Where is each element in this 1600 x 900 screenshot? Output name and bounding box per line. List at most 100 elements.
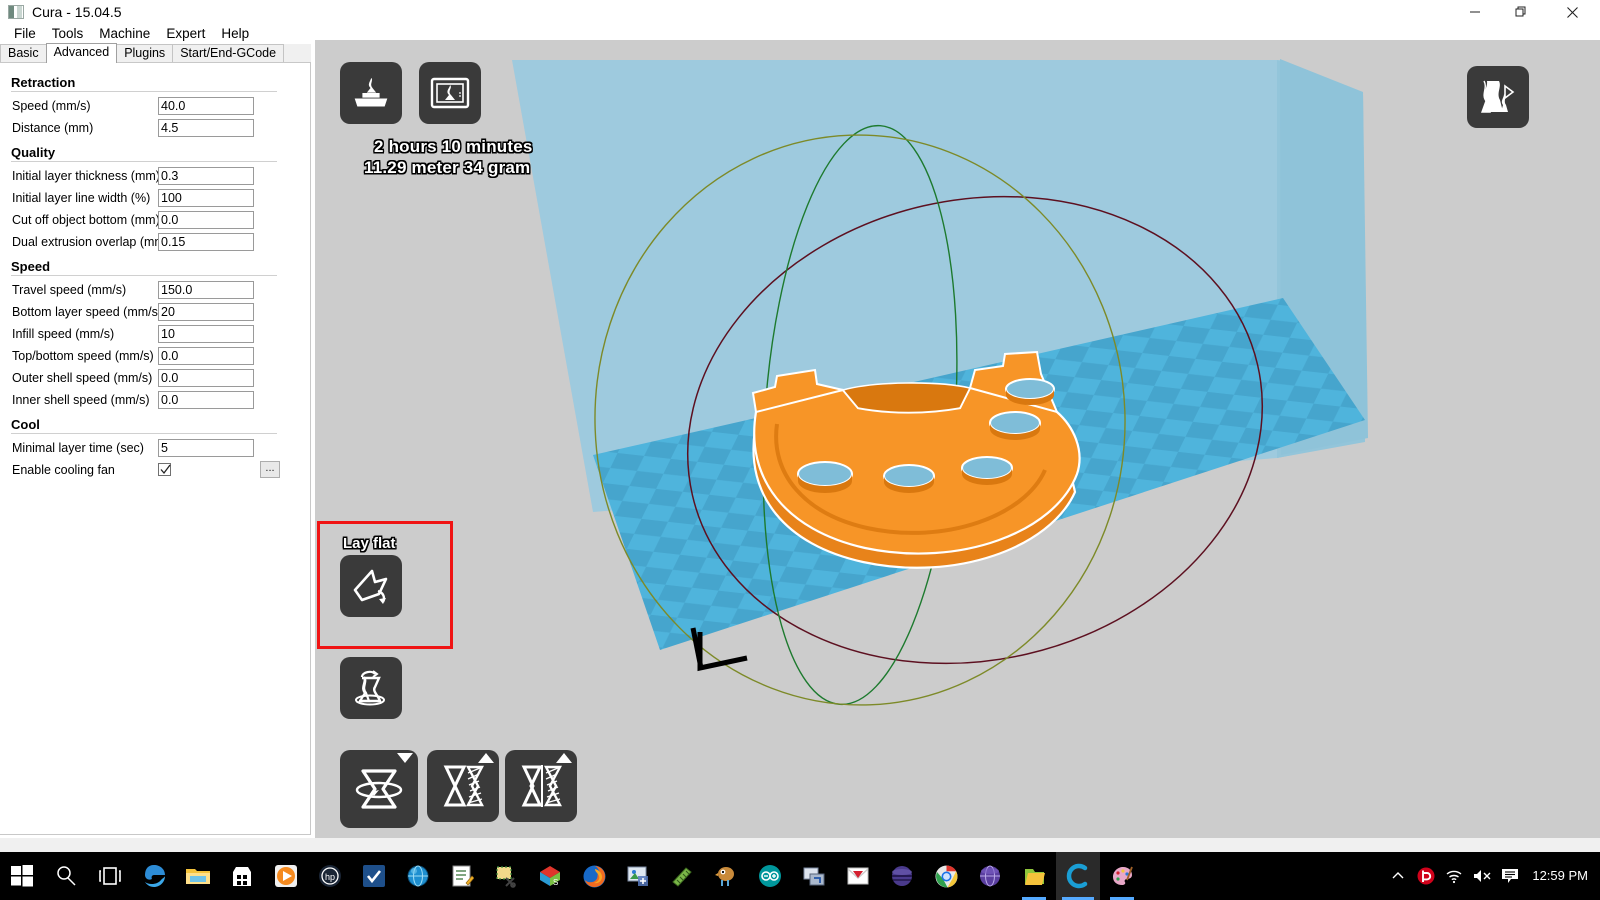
- settings-group-divider: [11, 161, 277, 162]
- menu-tools[interactable]: Tools: [44, 24, 92, 44]
- rotate-button[interactable]: [340, 750, 418, 828]
- setting-row: Infill speed (mm/s): [8, 323, 275, 345]
- volume-muted-icon[interactable]: [1468, 852, 1496, 900]
- scale-model-icon: [355, 670, 385, 706]
- setting-input[interactable]: [158, 391, 254, 409]
- settings-group-divider: [11, 275, 277, 276]
- settings-group-title: Retraction: [11, 75, 76, 90]
- globe-app-icon[interactable]: [396, 852, 440, 900]
- svg-text:S: S: [553, 878, 558, 887]
- task-view-icon[interactable]: [88, 852, 132, 900]
- print-material-text: 11.29 meter 34 gram: [364, 158, 531, 177]
- mirror-x-icon: [443, 765, 484, 807]
- setting-input[interactable]: [158, 211, 254, 229]
- start-button[interactable]: [0, 852, 44, 900]
- setting-row: Enable cooling fan...: [8, 459, 280, 481]
- show-hidden-icons-chevron[interactable]: [1384, 852, 1412, 900]
- purple-sphere-icon[interactable]: [880, 852, 924, 900]
- setting-row: Cut off object bottom (mm): [8, 209, 275, 231]
- setting-input[interactable]: [158, 347, 254, 365]
- tab-advanced[interactable]: Advanced: [45, 43, 118, 63]
- setting-input[interactable]: [158, 119, 254, 137]
- settings-group-divider: [11, 91, 277, 92]
- setting-input[interactable]: [158, 303, 254, 321]
- cura-icon[interactable]: [1056, 852, 1100, 900]
- scale-button[interactable]: [340, 657, 402, 719]
- view-mode-button[interactable]: [1467, 66, 1529, 128]
- tab-plugins[interactable]: Plugins: [116, 44, 174, 63]
- setting-row: Distance (mm): [8, 117, 275, 139]
- bird-app-icon[interactable]: [704, 852, 748, 900]
- view-mode-icon: [1481, 80, 1515, 113]
- rotate-model-icon: [355, 769, 403, 809]
- settings-group-title: Cool: [11, 417, 40, 432]
- remote-desktop-icon[interactable]: [792, 852, 836, 900]
- chrome-icon[interactable]: [924, 852, 968, 900]
- desktop-strip: [0, 838, 1600, 852]
- search-icon[interactable]: [44, 852, 88, 900]
- hp-support-icon[interactable]: hp: [308, 852, 352, 900]
- settings-tab-bar: Basic Advanced Plugins Start/End-GCode: [0, 43, 311, 63]
- setting-row: Minimal layer time (sec): [8, 437, 275, 459]
- title-bar: Cura - 15.04.5: [0, 0, 1600, 24]
- paint-icon[interactable]: [1100, 852, 1144, 900]
- edge-icon[interactable]: [132, 852, 176, 900]
- mirror-y-icon: [521, 765, 562, 807]
- settings-group-title: Quality: [11, 145, 56, 160]
- chevron-down-icon: [397, 753, 413, 763]
- lay-flat-label: Lay flat: [343, 535, 396, 552]
- notifications-icon[interactable]: [1496, 852, 1524, 900]
- setting-input[interactable]: [158, 369, 254, 387]
- setting-input[interactable]: [158, 281, 254, 299]
- firefox-icon[interactable]: [572, 852, 616, 900]
- setting-checkbox[interactable]: [158, 463, 171, 476]
- media-player-icon[interactable]: [264, 852, 308, 900]
- menu-file[interactable]: File: [6, 24, 44, 44]
- mirror-y-button[interactable]: [505, 750, 577, 822]
- tab-startend-gcode[interactable]: Start/End-GCode: [172, 44, 285, 63]
- checkmark-app-icon[interactable]: [352, 852, 396, 900]
- file-explorer-icon[interactable]: [176, 852, 220, 900]
- setting-row: Dual extrusion overlap (mm): [8, 231, 275, 253]
- image-app-icon[interactable]: [616, 852, 660, 900]
- save-toolpath-button[interactable]: [419, 62, 481, 124]
- setting-input[interactable]: [158, 97, 254, 115]
- sketchup-icon[interactable]: S: [528, 852, 572, 900]
- setting-input[interactable]: [158, 325, 254, 343]
- lay-flat-button[interactable]: [340, 555, 402, 617]
- microsoft-store-icon[interactable]: [220, 852, 264, 900]
- snipping-tool-icon[interactable]: [484, 852, 528, 900]
- load-model-button[interactable]: [340, 62, 402, 124]
- folder-app-icon[interactable]: [1012, 852, 1056, 900]
- caret-up-icon: [556, 753, 572, 763]
- settings-group-title: Speed: [11, 259, 51, 274]
- setting-row: Initial layer thickness (mm): [8, 165, 275, 187]
- close-button[interactable]: [1544, 0, 1600, 24]
- minimize-button[interactable]: [1452, 0, 1498, 24]
- purple-globe-icon[interactable]: [968, 852, 1012, 900]
- wifi-icon[interactable]: [1440, 852, 1468, 900]
- clock[interactable]: 12:59 PM: [1524, 852, 1600, 900]
- setting-input[interactable]: [158, 439, 254, 457]
- tab-basic[interactable]: Basic: [0, 44, 47, 63]
- menu-help[interactable]: Help: [213, 24, 257, 44]
- menu-expert[interactable]: Expert: [158, 24, 213, 44]
- arduino-icon[interactable]: [748, 852, 792, 900]
- setting-input[interactable]: [158, 233, 254, 251]
- 3d-viewport[interactable]: 2 hours 10 minutes 11.29 meter 34 gram L…: [315, 40, 1600, 838]
- menu-machine[interactable]: Machine: [91, 24, 158, 44]
- ruler-app-icon[interactable]: [660, 852, 704, 900]
- notepad-icon[interactable]: [440, 852, 484, 900]
- system-tray: 12:59 PM: [1384, 852, 1600, 900]
- cooling-fan-options-button[interactable]: ...: [260, 461, 280, 478]
- caret-up-icon: [478, 753, 494, 763]
- beats-audio-icon[interactable]: [1412, 852, 1440, 900]
- mail-icon[interactable]: [836, 852, 880, 900]
- settings-sidebar: Retraction Speed (mm/s)Distance (mm) Quali…: [0, 62, 311, 835]
- origin-axis-indicator: [690, 627, 748, 672]
- setting-input[interactable]: [158, 189, 254, 207]
- setting-row: Bottom layer speed (mm/s): [8, 301, 275, 323]
- mirror-x-button[interactable]: [427, 750, 499, 822]
- setting-input[interactable]: [158, 167, 254, 185]
- restore-button[interactable]: [1498, 0, 1544, 24]
